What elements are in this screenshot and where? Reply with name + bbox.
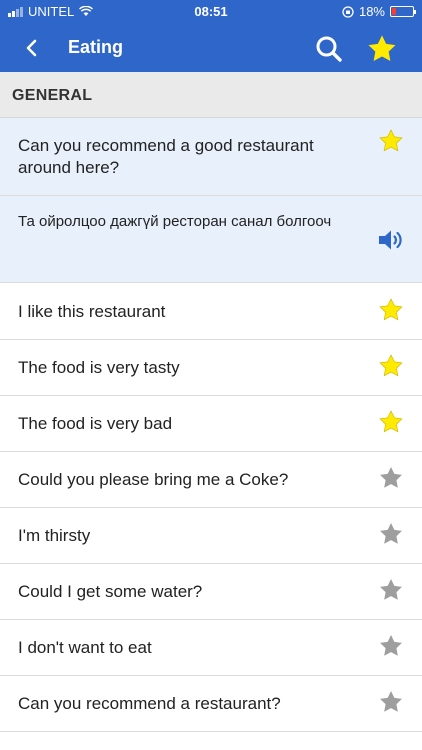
translation-panel: Та ойролцоо дажгүй ресторан санал болгоо…: [0, 196, 422, 283]
star-icon[interactable]: [378, 353, 404, 379]
translation-text: Та ойролцоо дажгүй ресторан санал болгоо…: [18, 213, 332, 230]
phrase-text: The food is very tasty: [18, 358, 180, 377]
status-bar: UNITEL 08:51 18%: [0, 0, 422, 24]
star-icon[interactable]: [378, 577, 404, 603]
phrase-row[interactable]: I'm thirsty: [0, 508, 422, 564]
star-icon[interactable]: [378, 409, 404, 435]
phrase-text: Could I get some water?: [18, 582, 203, 601]
battery-info: 18%: [342, 4, 416, 19]
phrase-row[interactable]: Could you please bring me a Coke?: [0, 452, 422, 508]
battery-level: [392, 8, 396, 15]
star-icon[interactable]: [378, 465, 404, 491]
star-icon[interactable]: [378, 297, 404, 323]
search-icon[interactable]: [314, 34, 344, 64]
phrase-row[interactable]: Could I get some water?: [0, 564, 422, 620]
section-title: GENERAL: [12, 87, 93, 104]
app-bar: Eating: [0, 24, 422, 72]
chevron-left-icon[interactable]: [20, 36, 44, 60]
phrase-text: Can you recommend a restaurant?: [18, 694, 281, 713]
phrase-row[interactable]: The food is very tasty: [0, 340, 422, 396]
phrase-text: I like this restaurant: [18, 302, 166, 321]
phrase-text: I don't want to eat: [18, 638, 152, 657]
phrase-text: I'm thirsty: [18, 526, 91, 545]
star-icon[interactable]: [378, 521, 404, 547]
orientation-lock-icon: [342, 5, 354, 18]
star-icon[interactable]: [378, 689, 404, 715]
phrase-text: Could you please bring me a Coke?: [18, 470, 289, 489]
phrase-row[interactable]: The food is very bad: [0, 396, 422, 452]
battery-icon: [390, 6, 416, 17]
page-title: Eating: [68, 37, 124, 57]
section-header: GENERAL: [0, 72, 422, 118]
star-icon[interactable]: [378, 128, 404, 154]
phrase-row[interactable]: I like this restaurant: [0, 284, 422, 340]
battery-percent: 18%: [358, 4, 385, 19]
phrase-text: Can you recommend a good restaurant arou…: [18, 136, 314, 177]
phrase-row[interactable]: I don't want to eat: [0, 620, 422, 676]
star-icon[interactable]: [378, 633, 404, 659]
phrase-row[interactable]: Can you recommend a restaurant?: [0, 676, 422, 732]
star-icon[interactable]: [366, 33, 398, 65]
selected-phrase-row[interactable]: Can you recommend a good restaurant arou…: [0, 118, 422, 196]
phrase-text: The food is very bad: [18, 414, 173, 433]
speaker-icon[interactable]: [377, 228, 405, 252]
